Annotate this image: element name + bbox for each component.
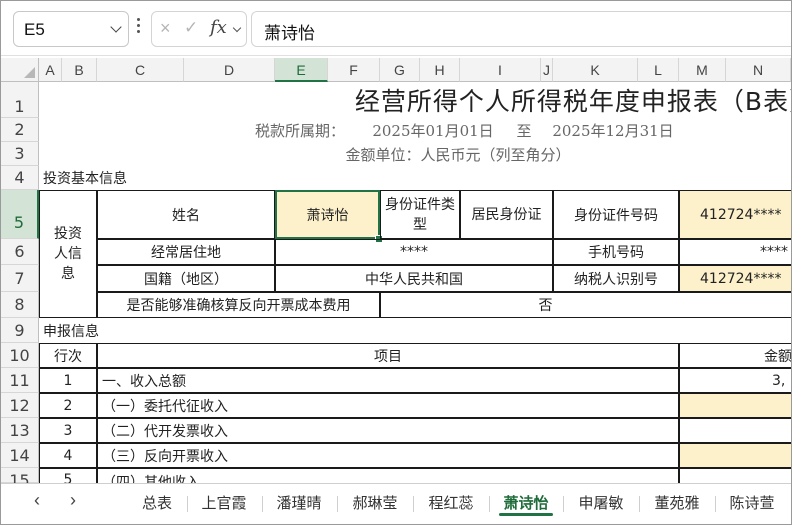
formula-controls: × ✓ fx bbox=[151, 11, 247, 47]
row-header-5[interactable]: 5 bbox=[1, 190, 39, 239]
amount-header[interactable]: 金额 bbox=[679, 343, 791, 368]
item-header[interactable]: 项目 bbox=[97, 343, 679, 368]
name-value-cell[interactable]: 萧诗怡 bbox=[275, 190, 380, 239]
column-header-e[interactable]: E bbox=[275, 58, 328, 82]
id-number-label[interactable]: 身份证件号码 bbox=[553, 190, 679, 239]
residence-label[interactable]: 经常居住地 bbox=[97, 239, 275, 265]
chevron-down-icon[interactable] bbox=[232, 23, 242, 33]
column-header-h[interactable]: H bbox=[420, 58, 460, 82]
column-header-g[interactable]: G bbox=[380, 58, 420, 82]
period-end[interactable]: 2025年12月31日 bbox=[547, 118, 679, 142]
insert-function-icon[interactable]: fx bbox=[210, 17, 227, 38]
line-item[interactable]: 一、收入总额 bbox=[97, 368, 679, 393]
reverse-invoice-question[interactable]: 是否能够准确核算反向开票成本费用 bbox=[97, 292, 380, 318]
formula-bar: E5 × ✓ fx 萧诗怡 bbox=[1, 1, 791, 56]
column-header-k[interactable]: K bbox=[553, 58, 638, 82]
formula-input[interactable]: 萧诗怡 bbox=[251, 11, 791, 47]
cancel-icon[interactable]: × bbox=[160, 18, 171, 39]
line-item[interactable]: （一）委托代征收入 bbox=[97, 393, 679, 418]
section-investor-info[interactable]: 投资基本信息 bbox=[39, 166, 189, 190]
name-box[interactable]: E5 bbox=[13, 11, 129, 47]
select-all-corner[interactable] bbox=[1, 58, 39, 82]
row-header-13[interactable]: 13 bbox=[1, 418, 39, 443]
sheet-tab[interactable]: 总表 bbox=[129, 484, 185, 520]
row-header-12[interactable]: 12 bbox=[1, 393, 39, 418]
column-header-i[interactable]: I bbox=[460, 58, 541, 82]
prev-sheet-icon[interactable]: ‹ bbox=[27, 490, 47, 511]
formula-value: 萧诗怡 bbox=[264, 24, 315, 44]
line-number[interactable]: 1 bbox=[39, 368, 97, 393]
row-header-7[interactable]: 7 bbox=[1, 265, 39, 292]
sheet-tab-bar: ‹ › 总表 上官霞 潘瑾晴 郝琳莹 程红蕊 萧诗怡 申屠敏 董苑雅 陈诗萱 bbox=[1, 483, 791, 524]
line-amount[interactable] bbox=[679, 443, 791, 468]
section-declaration-info[interactable]: 申报信息 bbox=[39, 318, 189, 343]
residence-value[interactable]: **** bbox=[275, 239, 553, 265]
line-amount[interactable] bbox=[679, 393, 791, 418]
period-to: 至 bbox=[516, 121, 532, 140]
sheet-tab[interactable]: 潘瑾晴 bbox=[263, 484, 335, 520]
sheet-tab[interactable]: 郝琳莹 bbox=[339, 484, 411, 520]
line-number[interactable]: 3 bbox=[39, 418, 97, 443]
nationality-value[interactable]: 中华人民共和国 bbox=[275, 265, 553, 292]
row-header-15[interactable]: 15 bbox=[1, 468, 39, 490]
line-number[interactable]: 2 bbox=[39, 393, 97, 418]
more-options-icon[interactable] bbox=[137, 18, 141, 36]
spreadsheet-window: E5 × ✓ fx 萧诗怡 A B C D E F G H I J K L M … bbox=[0, 0, 792, 525]
nationality-label[interactable]: 国籍（地区） bbox=[97, 265, 275, 292]
investor-info-label[interactable]: 投资人信息 bbox=[39, 190, 97, 318]
phone-value[interactable]: **** bbox=[679, 239, 791, 265]
line-number[interactable]: 4 bbox=[39, 443, 97, 468]
sheet-tab[interactable]: 陈诗萱 bbox=[717, 484, 787, 520]
column-header-d[interactable]: D bbox=[184, 58, 275, 82]
line-amount[interactable] bbox=[679, 418, 791, 443]
form-title[interactable]: 经营所得个人所得税年度申报表（B表） bbox=[39, 82, 791, 118]
row-header-11[interactable]: 11 bbox=[1, 368, 39, 393]
chevron-down-icon[interactable] bbox=[110, 21, 122, 33]
reverse-invoice-answer[interactable]: 否 bbox=[380, 292, 791, 318]
id-number-value[interactable]: 412724**** bbox=[679, 190, 791, 239]
row-header-2[interactable]: 2 bbox=[1, 118, 39, 142]
line-number-header[interactable]: 行次 bbox=[39, 343, 97, 368]
row-header-6[interactable]: 6 bbox=[1, 239, 39, 265]
taxpayer-id-label[interactable]: 纳税人识别号 bbox=[553, 265, 679, 292]
next-sheet-icon[interactable]: › bbox=[63, 490, 83, 511]
currency-unit[interactable]: 金额单位：人民币元（列至角分） bbox=[323, 142, 593, 166]
row-header-1[interactable]: 1 bbox=[1, 82, 39, 118]
row-header-8[interactable]: 8 bbox=[1, 292, 39, 318]
column-header-j[interactable]: J bbox=[541, 58, 553, 82]
column-header-b[interactable]: B bbox=[62, 58, 97, 82]
enter-icon[interactable]: ✓ bbox=[184, 18, 198, 38]
row-header-10[interactable]: 10 bbox=[1, 343, 39, 368]
row-header-14[interactable]: 14 bbox=[1, 443, 39, 468]
sheet-tab[interactable]: 申屠敏 bbox=[565, 484, 637, 520]
column-header-m[interactable]: M bbox=[679, 58, 726, 82]
sheet-tab[interactable]: 上官霞 bbox=[189, 484, 259, 520]
sheet-tab-active[interactable]: 萧诗怡 bbox=[491, 484, 561, 520]
sheet-tab[interactable]: 程红蕊 bbox=[415, 484, 487, 520]
row-header-9[interactable]: 9 bbox=[1, 318, 39, 343]
period-start[interactable]: 2025年01月01日 bbox=[367, 118, 499, 142]
column-header-f[interactable]: F bbox=[328, 58, 380, 82]
period-label[interactable]: 税款所属期： bbox=[245, 118, 355, 142]
row-header-3[interactable]: 3 bbox=[1, 142, 39, 166]
row-header-4[interactable]: 4 bbox=[1, 166, 39, 190]
id-type-label[interactable]: 身份证件类型 bbox=[380, 190, 460, 239]
phone-label[interactable]: 手机号码 bbox=[553, 239, 679, 265]
line-item[interactable]: （三）反向开票收入 bbox=[97, 443, 679, 468]
id-type-value[interactable]: 居民身份证 bbox=[460, 190, 553, 239]
column-header-n[interactable]: N bbox=[726, 58, 791, 82]
column-header-c[interactable]: C bbox=[97, 58, 184, 82]
sheet-tab[interactable]: 董苑雅 bbox=[641, 484, 713, 520]
line-item[interactable]: （二）代开发票收入 bbox=[97, 418, 679, 443]
name-label[interactable]: 姓名 bbox=[97, 190, 275, 239]
taxpayer-id-value[interactable]: 412724**** bbox=[679, 265, 791, 292]
line-amount[interactable]: 3, bbox=[679, 368, 791, 393]
column-header-a[interactable]: A bbox=[39, 58, 62, 82]
name-box-value: E5 bbox=[24, 20, 45, 39]
column-header-l[interactable]: L bbox=[638, 58, 679, 82]
